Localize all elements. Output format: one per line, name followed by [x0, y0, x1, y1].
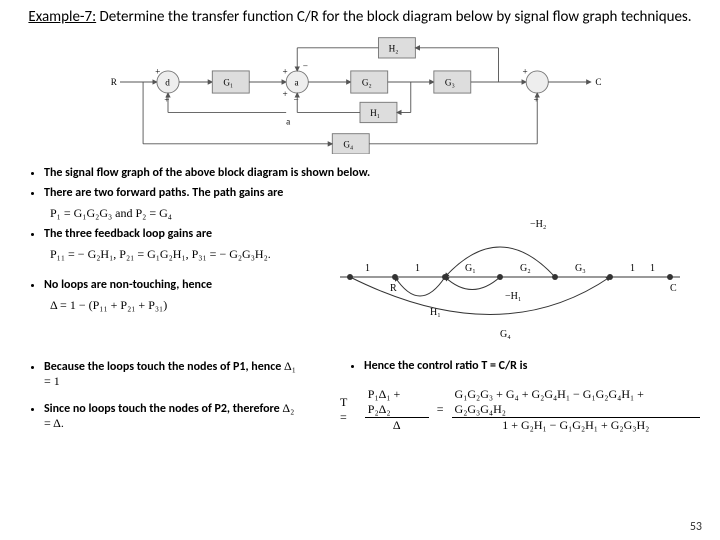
svg-text:1: 1 [415, 263, 420, 274]
svg-text:1: 1 [650, 263, 655, 274]
svg-text:a: a [286, 116, 290, 126]
svg-text:−H₁: −H₁ [505, 291, 521, 302]
bullet-7: Hence the control ratio T = C/R is [364, 359, 700, 373]
svg-text:G₃: G₃ [575, 263, 586, 274]
svg-text:G₁: G₁ [223, 77, 233, 87]
svg-text:R: R [390, 283, 397, 294]
svg-text:C: C [595, 76, 601, 86]
svg-text:C: C [670, 283, 677, 294]
svg-text:+: + [522, 66, 527, 76]
svg-text:1: 1 [630, 263, 635, 274]
svg-text:−H₂: −H₂ [530, 219, 546, 230]
svg-text:H₁: H₁ [370, 108, 380, 118]
svg-text:G₄: G₄ [500, 329, 511, 340]
page-number: 53 [690, 520, 702, 534]
svg-text:R: R [111, 76, 118, 86]
svg-text:+: + [282, 66, 287, 76]
svg-text:d: d [165, 77, 170, 87]
svg-text:1: 1 [365, 263, 370, 274]
title-prefix: Example-7: [28, 8, 96, 26]
bullet-list: The signal flow graph of the above block… [20, 166, 700, 437]
title-rest: Determine the transfer function C/R for … [96, 8, 691, 26]
svg-text:+: + [164, 94, 169, 104]
svg-text:G₄: G₄ [343, 139, 353, 149]
svg-text:H₂: H₂ [389, 43, 399, 53]
svg-text:G₁: G₁ [465, 263, 476, 274]
svg-text:+: + [534, 94, 539, 104]
svg-text:−: − [303, 61, 308, 71]
svg-text:G₂: G₂ [362, 77, 372, 87]
svg-text:G₃: G₃ [445, 77, 455, 87]
bullet-5: Because the loops touch the nodes of P1,… [44, 359, 300, 389]
svg-text:+: + [155, 66, 160, 76]
bullet-2: There are two forward paths. The path ga… [44, 186, 700, 200]
block-diagram: R d + + G₁ a + − − + G₂ G₃ + + C H₂ H₁ a… [100, 34, 620, 154]
ratio-equation: T = P₁Δ₁ + P₂Δ₂Δ = G₁G₂G₃ + G₄ + G₂G₄H₁ … [340, 387, 700, 433]
svg-text:G₂: G₂ [520, 263, 531, 274]
bullet-1: The signal flow graph of the above block… [44, 166, 700, 180]
svg-text:+: + [282, 88, 287, 98]
svg-text:a: a [294, 77, 298, 87]
svg-text:−: − [294, 94, 299, 104]
bullet-6: Since no loops touch the nodes of P2, th… [44, 401, 300, 431]
signal-flow-graph: 1 1 G₁ G₂ G₃ 1 1 R C −H₂ −H₁ H₁ G₄ [330, 207, 690, 347]
page-title: Example-7: Determine the transfer functi… [20, 8, 700, 28]
